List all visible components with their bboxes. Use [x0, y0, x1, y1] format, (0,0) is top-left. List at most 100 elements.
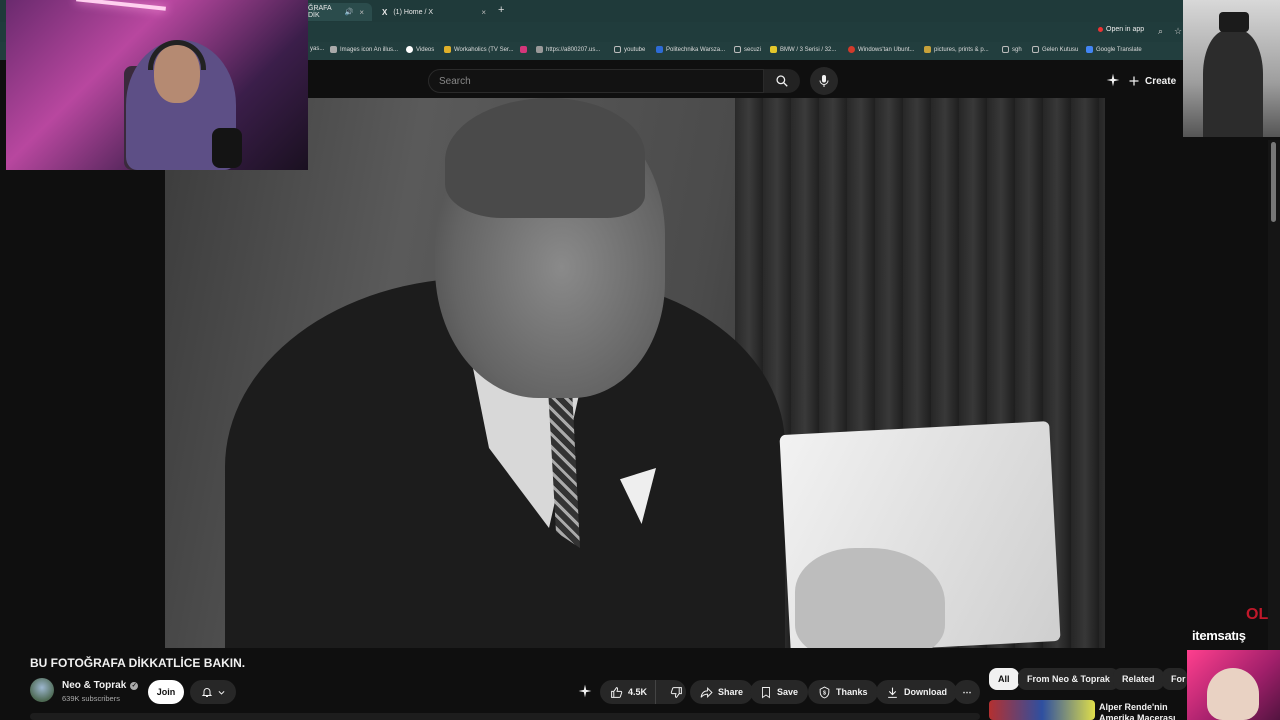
streamer-webcam — [6, 0, 308, 170]
tab-label: (1) Home / X — [393, 8, 434, 16]
download-button[interactable]: Download — [876, 680, 957, 704]
photo-hat — [1219, 12, 1249, 32]
verified-icon: ✓ — [130, 681, 139, 690]
tab-active[interactable]: ĞRAFA DİK 🔊 × — [300, 3, 372, 21]
super-thanks-icon: $ — [819, 686, 830, 698]
join-button[interactable]: Join — [148, 680, 184, 704]
cat-image — [1207, 668, 1259, 720]
bookmark-item[interactable]: yas... — [310, 46, 324, 52]
search-button[interactable] — [764, 69, 800, 93]
download-label: Download — [904, 687, 947, 697]
recommended-video-thumbnail[interactable] — [989, 700, 1095, 720]
plus-icon — [1129, 76, 1139, 86]
instagram-icon — [520, 46, 527, 53]
bookmark-item[interactable]: Gelen Kutusu — [1032, 46, 1078, 53]
share-label: Share — [718, 687, 744, 697]
voice-search-button[interactable] — [810, 67, 838, 95]
save-label: Save — [777, 687, 799, 697]
description-box[interactable] — [30, 713, 980, 720]
video-figure-hand — [795, 548, 945, 648]
webcam-microphone — [212, 128, 242, 168]
chip-from-channel[interactable]: From Neo & Toprak — [1018, 668, 1119, 690]
microphone-icon — [819, 75, 829, 87]
share-button[interactable]: Share — [690, 680, 754, 704]
svg-text:$: $ — [823, 690, 826, 696]
screen: ĞRAFA DİK 🔊 × X (1) Home / X × + Open in… — [0, 0, 1280, 720]
open-in-app-button[interactable]: Open in app — [1098, 26, 1144, 33]
recommended-video-title[interactable]: Alper Rende'nin Amerika Macerası Yorumlu… — [1099, 702, 1189, 720]
like-count: 4.5K — [628, 687, 648, 697]
historical-photo-overlay — [1183, 0, 1280, 137]
tab-label: ĞRAFA DİK — [308, 5, 332, 19]
star-icon[interactable]: ☆ — [1174, 26, 1182, 37]
close-tab-icon[interactable]: × — [359, 8, 364, 17]
save-button[interactable]: Save — [750, 680, 809, 704]
folder-icon — [1032, 46, 1039, 53]
thumbs-down-icon — [670, 686, 682, 698]
dislike-button[interactable] — [661, 680, 692, 704]
x-logo-icon: X — [382, 7, 388, 17]
notification-bell-button[interactable] — [190, 680, 236, 704]
sponsor-logo: OL itemsatış — [1190, 604, 1280, 646]
channel-name: Neo & Toprak — [62, 680, 127, 691]
translate-icon — [1086, 46, 1093, 53]
folder-icon — [1002, 46, 1009, 53]
bookmark-item[interactable] — [520, 46, 527, 53]
bookmark-item[interactable]: BMW / 3 Serisi / 32... — [770, 46, 836, 53]
bookmark-item[interactable]: Images icon An illus... — [330, 46, 398, 53]
youtube-dot-icon — [1098, 27, 1103, 32]
bookmark-item[interactable]: Politechnika Warsza... — [656, 46, 725, 53]
zoom-icon[interactable]: ⌕ — [1158, 26, 1163, 37]
video-figure-hair — [445, 98, 645, 218]
download-icon — [888, 687, 897, 698]
new-tab-button[interactable]: + — [498, 4, 504, 16]
bookmark-item[interactable]: https://a800207.us... — [536, 46, 600, 53]
bookmark-item[interactable]: Videos — [406, 46, 434, 53]
scrollbar-thumb[interactable] — [1271, 142, 1276, 222]
site-icon — [848, 46, 855, 53]
bookmark-item[interactable]: sgh — [1002, 46, 1022, 53]
bookmark-item[interactable]: secuzi — [734, 46, 761, 53]
bookmark-item[interactable]: Google Translate — [1086, 46, 1142, 53]
thanks-button[interactable]: $ Thanks — [808, 680, 878, 704]
doc-icon — [536, 46, 543, 53]
video-player[interactable] — [165, 98, 1105, 648]
channel-avatar[interactable] — [30, 678, 54, 702]
brand-text: itemsatış — [1192, 628, 1246, 643]
chip-all[interactable]: All — [989, 668, 1019, 690]
sahibinden-icon — [770, 46, 777, 53]
like-dislike-group: 4.5K — [600, 680, 686, 704]
thumbs-up-icon — [611, 686, 623, 698]
bookmark-icon — [762, 686, 770, 698]
bookmark-item[interactable]: Windows'tan Ubunt... — [848, 46, 915, 53]
bell-icon — [201, 688, 212, 697]
open-in-app-label: Open in app — [1106, 26, 1145, 33]
sparkle-icon[interactable] — [1106, 73, 1120, 87]
more-actions-button[interactable]: ⋯ — [954, 680, 980, 704]
search-input[interactable] — [429, 70, 763, 92]
folder-icon — [734, 46, 741, 53]
close-tab-icon[interactable]: × — [481, 8, 486, 17]
cat-webcam-overlay — [1187, 650, 1280, 720]
create-button[interactable]: Create — [1128, 69, 1176, 93]
channel-name-link[interactable]: Neo & Toprak ✓ — [62, 680, 139, 691]
search-box — [428, 69, 764, 93]
video-title: BU FOTOĞRAFA DİKKATLİCE BAKIN. — [30, 656, 246, 670]
speaker-icon[interactable]: 🔊 — [345, 8, 354, 16]
photo-figure — [1203, 30, 1263, 137]
chevron-down-icon — [218, 690, 224, 695]
bookmark-item[interactable]: pictures, prints & p... — [924, 46, 989, 53]
create-label: Create — [1145, 75, 1177, 87]
share-icon — [700, 686, 713, 698]
scrollbar[interactable] — [1268, 140, 1280, 650]
folder-icon — [614, 46, 621, 53]
ask-sparkle-icon[interactable] — [578, 684, 592, 698]
like-button[interactable]: 4.5K — [600, 680, 657, 704]
globe-icon — [406, 46, 413, 53]
tab-home-x[interactable]: X (1) Home / X × — [374, 3, 494, 21]
bookmark-item[interactable]: Workaholics (TV Ser... — [444, 46, 514, 53]
chip-related[interactable]: Related — [1113, 668, 1164, 690]
chip-for-you[interactable]: For y — [1162, 668, 1187, 690]
bookmark-item[interactable]: youtube — [614, 46, 645, 53]
imdb-icon — [444, 46, 451, 53]
